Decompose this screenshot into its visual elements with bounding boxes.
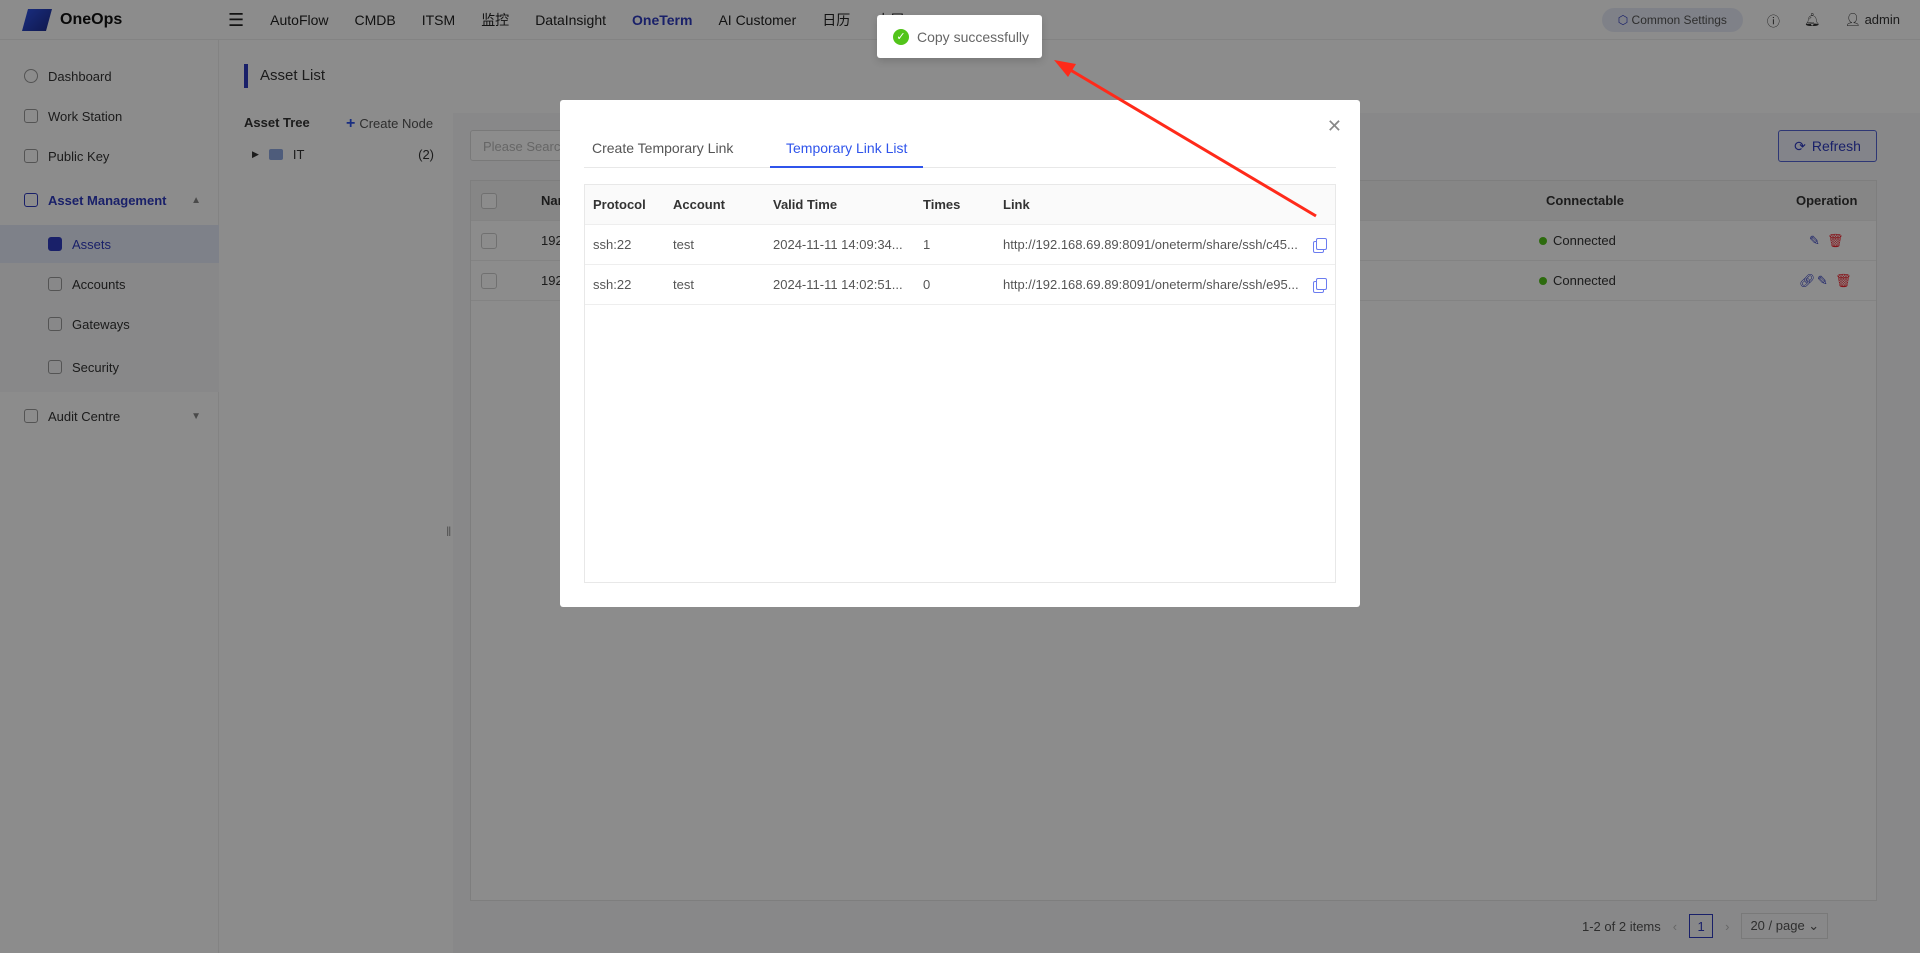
annotation-arrow-head [1054, 60, 1076, 77]
annotation-arrow-line [1061, 63, 1317, 218]
annotation-arrow [1054, 60, 1317, 218]
